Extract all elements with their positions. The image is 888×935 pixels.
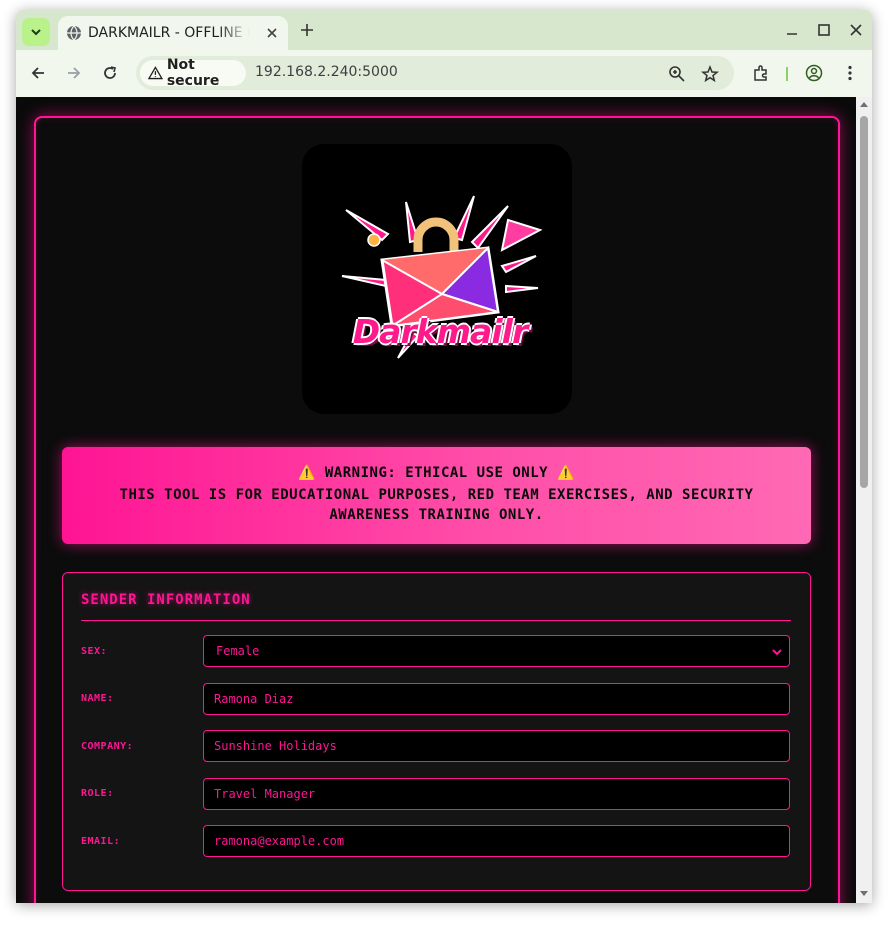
minimize-icon[interactable] bbox=[784, 22, 800, 38]
company-label: COMPANY: bbox=[81, 741, 134, 752]
chevron-down-icon bbox=[31, 29, 41, 36]
name-input[interactable]: Ramona Diaz bbox=[203, 683, 790, 715]
warning-triangle-icon bbox=[148, 66, 163, 80]
logo: Darkmailr bbox=[302, 144, 572, 414]
main-container: Darkmailr ⚠️ WARNING: ETHICAL USE ONLY ⚠… bbox=[34, 116, 840, 903]
extensions-icon[interactable] bbox=[752, 64, 770, 82]
tab-strip: DARKMAILR - OFFLINE PHISHING bbox=[16, 10, 872, 50]
browser-window: DARKMAILR - OFFLINE PHISHING bbox=[16, 10, 872, 903]
chevron-down-icon bbox=[772, 649, 782, 656]
zoom-icon[interactable] bbox=[668, 65, 686, 83]
tab-search-button[interactable] bbox=[22, 18, 50, 46]
sex-selected-value: Female bbox=[216, 644, 260, 658]
logo-text: Darkmailr bbox=[352, 312, 528, 351]
security-chip[interactable]: Not secure bbox=[140, 57, 246, 89]
sex-label: SEX: bbox=[81, 646, 108, 657]
role-input[interactable]: Travel Manager bbox=[203, 778, 790, 810]
close-window-icon[interactable] bbox=[848, 22, 864, 38]
browser-toolbar: Not secure 192.168.2.240:5000 bbox=[16, 50, 872, 97]
toolbar-divider bbox=[786, 67, 788, 81]
profile-icon[interactable] bbox=[805, 64, 823, 82]
close-tab-icon[interactable] bbox=[264, 25, 280, 41]
scroll-thumb[interactable] bbox=[860, 116, 868, 488]
page-viewport: Darkmailr ⚠️ WARNING: ETHICAL USE ONLY ⚠… bbox=[16, 97, 872, 903]
scroll-up-arrow-icon[interactable] bbox=[860, 102, 868, 107]
sender-information-section: SENDER INFORMATION SEX: Female NAME: Ram… bbox=[62, 572, 811, 891]
name-label: NAME: bbox=[81, 693, 114, 704]
bookmark-star-icon[interactable] bbox=[701, 65, 719, 83]
globe-icon bbox=[67, 25, 81, 41]
forward-arrow-icon[interactable] bbox=[65, 64, 83, 82]
warning-title: ⚠️ WARNING: ETHICAL USE ONLY ⚠️ bbox=[298, 465, 575, 481]
sex-select[interactable]: Female bbox=[203, 635, 790, 667]
browser-tab[interactable]: DARKMAILR - OFFLINE PHISHING bbox=[58, 16, 288, 50]
envelope-lock-icon bbox=[341, 195, 543, 359]
section-divider bbox=[81, 620, 791, 621]
security-label: Not secure bbox=[166, 57, 220, 89]
maximize-icon[interactable] bbox=[816, 22, 832, 38]
section-title: SENDER INFORMATION bbox=[81, 592, 251, 608]
menu-kebab-icon[interactable] bbox=[841, 64, 859, 82]
company-input[interactable]: Sunshine Holidays bbox=[203, 730, 790, 762]
email-input[interactable]: ramona@example.com bbox=[203, 825, 790, 857]
tab-title: DARKMAILR - OFFLINE PHISHING bbox=[88, 25, 250, 41]
scroll-down-arrow-icon[interactable] bbox=[860, 891, 868, 896]
vertical-scrollbar[interactable] bbox=[856, 97, 872, 903]
address-bar[interactable]: Not secure 192.168.2.240:5000 bbox=[136, 56, 734, 90]
warning-body: THIS TOOL IS FOR EDUCATIONAL PURPOSES, R… bbox=[119, 487, 754, 523]
url-text[interactable]: 192.168.2.240:5000 bbox=[255, 64, 398, 80]
new-tab-icon[interactable] bbox=[298, 21, 316, 39]
reload-icon[interactable] bbox=[101, 64, 119, 82]
ethical-warning-banner: ⚠️ WARNING: ETHICAL USE ONLY ⚠️ THIS TOO… bbox=[62, 447, 811, 544]
role-label: ROLE: bbox=[81, 788, 114, 799]
email-label: EMAIL: bbox=[81, 836, 121, 847]
back-arrow-icon[interactable] bbox=[29, 64, 47, 82]
